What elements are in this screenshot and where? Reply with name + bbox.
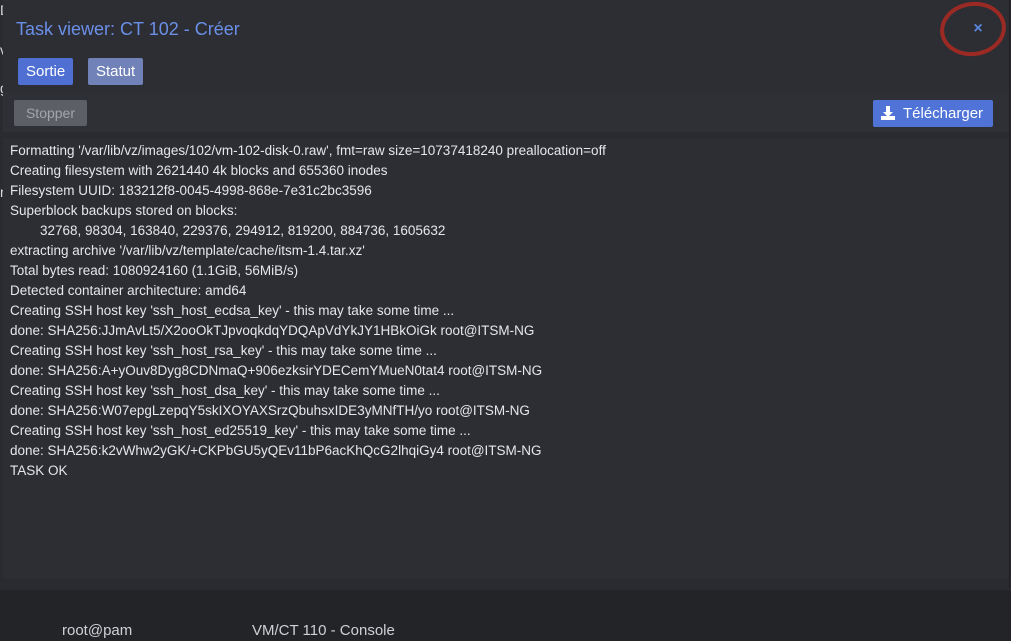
background-task-row: root@pam VM/CT 110 - Console	[0, 590, 1011, 641]
task-viewer-window: Task viewer: CT 102 - Créer × Sortie Sta…	[3, 0, 1010, 588]
log-line: Creating SSH host key 'ssh_host_ecdsa_ke…	[10, 303, 455, 318]
log-line: done: SHA256:W07epgLzepqY5skIXOYAXSrzQbu…	[10, 403, 530, 418]
close-icon: ×	[973, 20, 983, 37]
window-titlebar[interactable]: Task viewer: CT 102 - Créer ×	[3, 0, 1010, 61]
log-line: Formatting '/var/lib/vz/images/102/vm-10…	[10, 143, 606, 158]
log-line: 32768, 98304, 163840, 229376, 294912, 81…	[10, 223, 446, 238]
log-line: Creating SSH host key 'ssh_host_rsa_key'…	[10, 343, 437, 358]
log-line: Creating filesystem with 2621440 4k bloc…	[10, 163, 388, 178]
log-line: Creating SSH host key 'ssh_host_dsa_key'…	[10, 383, 440, 398]
log-line: Filesystem UUID: 183212f8-0045-4998-868e…	[10, 183, 372, 198]
log-line: Detected container architecture: amd64	[10, 283, 247, 298]
output-toolbar: Stopper Télécharger	[3, 92, 1009, 132]
close-button[interactable]: ×	[967, 18, 989, 40]
window-title: Task viewer: CT 102 - Créer	[16, 19, 240, 39]
log-line: TASK OK	[10, 463, 68, 478]
tab-sortie[interactable]: Sortie	[18, 58, 74, 85]
download-icon	[881, 106, 895, 120]
log-line: Superblock backups stored on blocks:	[10, 203, 238, 218]
log-line: done: SHA256:JJmAvLt5/X2ooOkTJpvoqkdqYDQ…	[10, 323, 535, 338]
log-line: Total bytes read: 1080924160 (1.1GiB, 56…	[10, 263, 299, 278]
log-line: done: SHA256:k2vWhw2yGK/+CKPbGU5yQEv11bP…	[10, 443, 542, 458]
tab-statut[interactable]: Statut	[88, 58, 144, 85]
log-line: extracting archive '/var/lib/vz/template…	[10, 243, 365, 258]
background-user: root@pam	[62, 622, 133, 639]
stop-button[interactable]: Stopper	[14, 100, 87, 126]
output-panel: Stopper Télécharger Formatting '/var/lib…	[3, 92, 1009, 588]
background-task: VM/CT 110 - Console	[252, 622, 395, 639]
log-line: Creating SSH host key 'ssh_host_ed25519_…	[10, 423, 471, 438]
download-label: Télécharger	[903, 105, 984, 122]
log-line: done: SHA256:A+yOuv8Dyg8CDNmaQ+906ezksir…	[10, 363, 543, 378]
task-log[interactable]: Formatting '/var/lib/vz/images/102/vm-10…	[3, 138, 1009, 578]
download-button[interactable]: Télécharger	[873, 100, 993, 127]
